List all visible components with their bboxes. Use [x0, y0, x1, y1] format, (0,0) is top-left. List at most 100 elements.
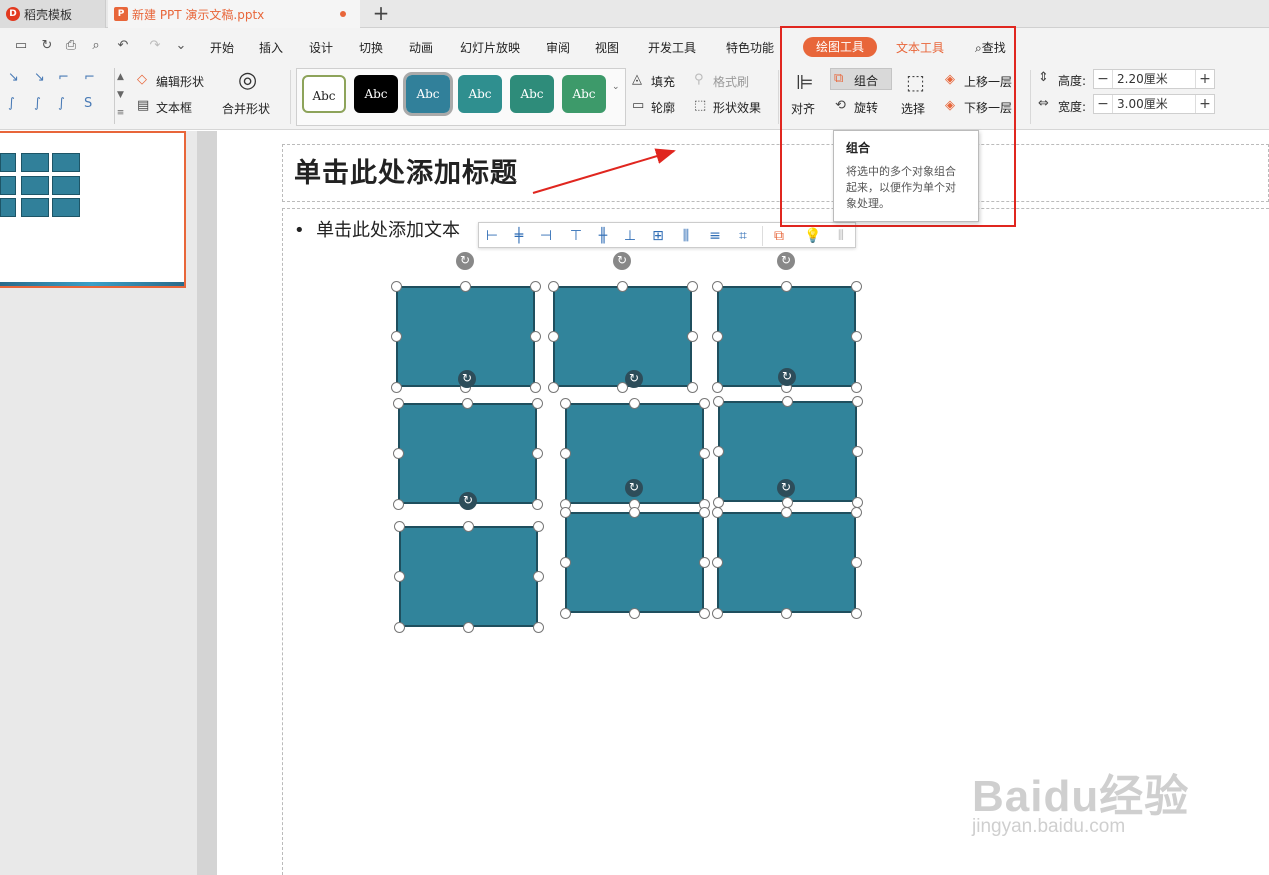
- rectangle-shape[interactable]: [717, 512, 856, 613]
- undo-icon[interactable]: ↶: [114, 38, 132, 54]
- resize-handle[interactable]: [782, 496, 793, 508]
- style-sample-1[interactable]: Abc: [302, 75, 346, 113]
- resize-handle[interactable]: [393, 571, 405, 582]
- distribute-horizontal-icon[interactable]: ⫼: [677, 227, 695, 245]
- style-sample-2[interactable]: Abc: [354, 75, 398, 113]
- rotate-handle-icon[interactable]: ↻: [777, 479, 795, 497]
- decrease-icon[interactable]: −: [1094, 96, 1112, 112]
- merge-shape-button[interactable]: 合并形状: [222, 100, 270, 117]
- distribute-vertical-icon[interactable]: ≡: [706, 227, 724, 245]
- resize-handle[interactable]: [851, 496, 863, 508]
- resize-handle[interactable]: [851, 446, 863, 457]
- tab-design[interactable]: 设计: [309, 39, 333, 56]
- resize-handle[interactable]: [463, 621, 474, 633]
- tab-special-features[interactable]: 特色功能: [726, 39, 774, 56]
- resize-handle[interactable]: [781, 607, 792, 619]
- align-slide-center-icon[interactable]: ⊞: [649, 227, 667, 245]
- align-bottom-icon[interactable]: ⊥: [621, 227, 639, 245]
- resize-handle[interactable]: [698, 506, 710, 518]
- gallery-more-icon[interactable]: ⌄: [612, 82, 620, 92]
- resize-handle[interactable]: [629, 397, 640, 409]
- tab-view[interactable]: 视图: [595, 39, 619, 56]
- style-sample-6[interactable]: Abc: [562, 75, 606, 113]
- resize-handle[interactable]: [711, 607, 723, 619]
- resize-handle[interactable]: [711, 331, 723, 342]
- elbow-connector-icon[interactable]: ⌐: [58, 70, 69, 85]
- style-sample-4[interactable]: Abc: [458, 75, 502, 113]
- resize-handle[interactable]: [392, 397, 404, 409]
- resize-handle[interactable]: [463, 520, 474, 532]
- resize-handle[interactable]: [559, 448, 571, 459]
- new-tab-button[interactable]: +: [370, 2, 392, 26]
- tab-transition[interactable]: 切换: [359, 39, 383, 56]
- resize-handle[interactable]: [781, 280, 792, 292]
- slide-title-placeholder[interactable]: 单击此处添加标题: [294, 151, 518, 190]
- curve-double-icon[interactable]: ∫: [58, 96, 65, 111]
- rotate-handle-icon[interactable]: ↻: [613, 252, 631, 270]
- resize-handle[interactable]: [850, 506, 862, 518]
- resize-handle[interactable]: [547, 381, 559, 393]
- align-top-icon[interactable]: ⊤: [567, 227, 585, 245]
- rotate-handle-icon[interactable]: ↻: [625, 370, 643, 388]
- resize-handle[interactable]: [393, 520, 405, 532]
- resize-handle[interactable]: [711, 280, 723, 292]
- resize-handle[interactable]: [531, 498, 543, 510]
- resize-handle[interactable]: [393, 621, 405, 633]
- lightbulb-icon[interactable]: 💡: [804, 227, 822, 245]
- increase-icon[interactable]: +: [1196, 96, 1214, 112]
- shape-effect-button[interactable]: 形状效果: [713, 99, 761, 116]
- align-left-icon[interactable]: ⊢: [483, 227, 501, 245]
- width-value[interactable]: 3.00厘米: [1112, 95, 1196, 113]
- resize-handle[interactable]: [712, 395, 724, 407]
- resize-handle[interactable]: [629, 506, 640, 518]
- align-middle-icon[interactable]: ╫: [594, 227, 612, 245]
- elbow-arrow-icon[interactable]: ⌐: [84, 70, 95, 85]
- print-icon[interactable]: ⎙: [62, 38, 80, 54]
- format-brush-button[interactable]: 格式刷: [713, 73, 749, 90]
- resize-handle[interactable]: [850, 381, 862, 393]
- curve-arrow-icon[interactable]: ∫: [34, 96, 41, 111]
- arrow-line-icon[interactable]: ↘: [8, 70, 19, 85]
- resize-handle[interactable]: [392, 498, 404, 510]
- line-shapes-gallery[interactable]: ↘ ↘ ⌐ ⌐ ∫ ∫ ∫ S ▲ ▼ ≡: [0, 68, 126, 124]
- width-stepper[interactable]: − 3.00厘米 +: [1093, 94, 1215, 114]
- resize-handle[interactable]: [698, 448, 710, 459]
- tab-home[interactable]: 开始: [210, 39, 234, 56]
- tab-docer-templates[interactable]: D 稻壳模板: [0, 0, 106, 28]
- export-icon[interactable]: ↻: [38, 38, 56, 54]
- outline-button[interactable]: 轮廓: [651, 99, 675, 116]
- resize-handle[interactable]: [547, 280, 559, 292]
- resize-handle[interactable]: [712, 496, 724, 508]
- rotate-handle-icon[interactable]: ↻: [778, 368, 796, 386]
- curve-connector-icon[interactable]: ∫: [8, 96, 15, 111]
- resize-handle[interactable]: [698, 557, 710, 568]
- double-arrow-icon[interactable]: ↘: [34, 70, 45, 85]
- panel-splitter[interactable]: [197, 131, 217, 875]
- resize-handle[interactable]: [782, 395, 793, 407]
- print-preview-icon[interactable]: ⌕: [87, 38, 105, 54]
- resize-handle[interactable]: [686, 381, 698, 393]
- more-options-icon[interactable]: ⫴: [832, 227, 850, 245]
- resize-handle[interactable]: [629, 607, 640, 619]
- resize-handle[interactable]: [529, 331, 541, 342]
- tab-slideshow[interactable]: 幻灯片放映: [460, 39, 520, 56]
- resize-handle[interactable]: [686, 280, 698, 292]
- chevron-down-icon[interactable]: ⌄: [172, 38, 190, 54]
- rectangle-shape[interactable]: [565, 512, 704, 613]
- rotate-handle-icon[interactable]: ↻: [625, 479, 643, 497]
- resize-handle[interactable]: [851, 395, 863, 407]
- rotate-handle-icon[interactable]: ↻: [458, 370, 476, 388]
- resize-handle[interactable]: [559, 506, 571, 518]
- resize-handle[interactable]: [850, 280, 862, 292]
- resize-handle[interactable]: [392, 448, 404, 459]
- rotate-handle-icon[interactable]: ↻: [777, 252, 795, 270]
- crop-icon[interactable]: ⌗: [734, 227, 752, 245]
- resize-handle[interactable]: [531, 448, 543, 459]
- resize-handle[interactable]: [850, 557, 862, 568]
- resize-handle[interactable]: [559, 607, 571, 619]
- rectangle-shape[interactable]: [398, 403, 537, 504]
- tab-insert[interactable]: 插入: [259, 39, 283, 56]
- rotate-handle-icon[interactable]: ↻: [456, 252, 474, 270]
- gallery-scroll-icon[interactable]: ▲ ▼ ≡: [114, 68, 126, 124]
- edit-shape-button[interactable]: 编辑形状: [156, 73, 204, 90]
